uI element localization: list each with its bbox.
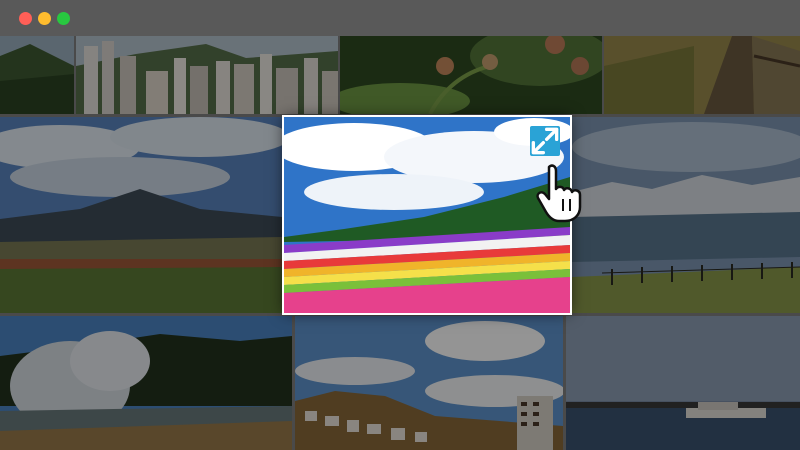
photo-tile-city-skyline[interactable] (76, 36, 338, 114)
photo-tile-geyser-steam[interactable] (0, 316, 292, 450)
photo-mountain-meadow (0, 117, 282, 313)
photo-tile-hillside-forest[interactable] (0, 36, 74, 114)
photo-tile-mountain-meadow[interactable] (0, 117, 282, 313)
photo-tile-flower-buds[interactable] (340, 36, 602, 114)
window-close-button[interactable] (19, 12, 32, 25)
photo-snowy-range-fence (572, 117, 800, 313)
photo-harbor-boat (566, 316, 800, 450)
photo-hillside-forest (0, 36, 74, 114)
photo-coastal-town (295, 316, 563, 450)
photo-flower-buds (340, 36, 602, 114)
photo-tile-coastal-town[interactable] (295, 316, 563, 450)
expand-photo-button[interactable] (530, 126, 560, 156)
photo-tile-flower-field-stripes[interactable] (282, 115, 572, 315)
photo-gallery-grid (0, 36, 800, 450)
photo-flower-field-stripes (284, 117, 570, 313)
expand-arrows-icon (531, 127, 559, 155)
photo-tile-harbor-boat[interactable] (566, 316, 800, 450)
window-maximize-button[interactable] (57, 12, 70, 25)
photo-wooden-boardwalk (604, 36, 800, 114)
window-titlebar (0, 0, 800, 36)
window-minimize-button[interactable] (38, 12, 51, 25)
photo-tile-wooden-boardwalk[interactable] (604, 36, 800, 114)
photo-tile-snowy-range-fence[interactable] (572, 117, 800, 313)
photo-geyser-steam (0, 316, 292, 450)
photo-city-skyline (76, 36, 338, 114)
